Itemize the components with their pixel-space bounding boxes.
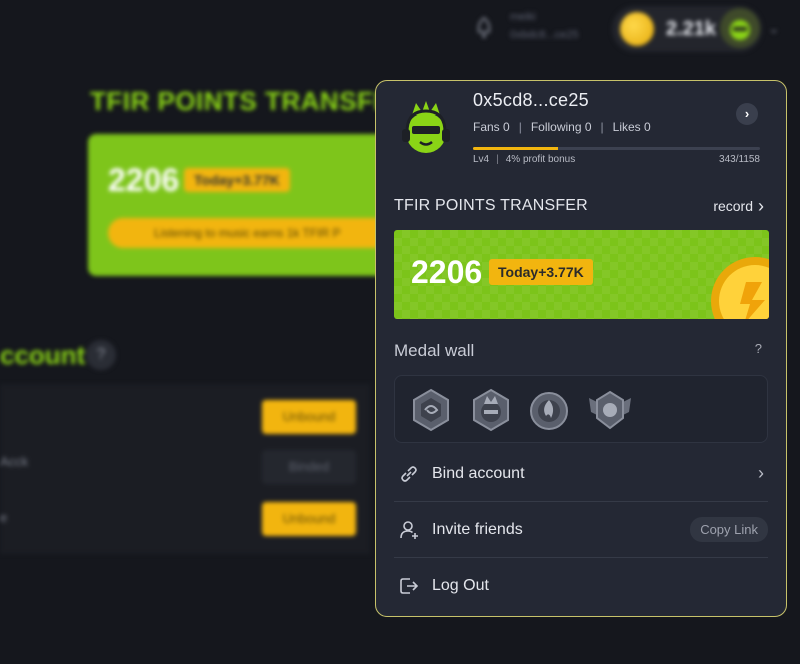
medal-flame-icon[interactable] — [529, 388, 569, 432]
account-row-label: Acck — [0, 454, 29, 469]
add-user-icon — [400, 520, 418, 539]
username: meiki — [510, 11, 536, 23]
record-link[interactable]: record › — [713, 196, 764, 216]
account-section-title: ccount — [0, 340, 86, 370]
avatar[interactable] — [720, 8, 760, 48]
earn-banner: Listening to music earns 1k TFIR P — [108, 218, 388, 248]
wallet-address: 0x5cd8...ce25 — [473, 90, 589, 110]
help-icon[interactable]: ? — [755, 341, 762, 356]
coin-amount: 2.21k — [666, 17, 717, 40]
points-card: 2206 Today+3.77K — [394, 230, 769, 319]
unbound-button[interactable]: Unbound — [262, 502, 356, 536]
record-label: record — [713, 198, 753, 214]
notification-icon[interactable] — [474, 16, 494, 40]
likes-count[interactable]: Likes 0 — [613, 120, 651, 134]
page-title: TFIR POINTS TRANSFE — [90, 86, 392, 116]
bind-account-item[interactable]: Bind account › — [394, 446, 768, 502]
account-panel: Acck e Unbound Binded Unbound — [0, 384, 370, 554]
user-info[interactable]: meiki 0xbdc8...ce25 — [510, 8, 579, 44]
fans-count[interactable]: Fans 0 — [473, 120, 510, 134]
binded-button[interactable]: Binded — [262, 450, 356, 484]
medal-wall — [394, 375, 768, 443]
medal-wall-title: Medal wall — [394, 341, 475, 360]
logout-icon — [400, 578, 419, 594]
medal-wings-icon[interactable] — [587, 388, 633, 432]
coin-icon — [620, 12, 654, 46]
level-progress-text: 343/1158 — [719, 154, 760, 165]
copy-link-button[interactable]: Copy Link — [690, 517, 768, 542]
chevron-right-icon[interactable]: › — [736, 103, 758, 125]
log-out-item[interactable]: Log Out — [394, 558, 768, 614]
coin-icon — [711, 257, 769, 319]
stat-separator: | — [600, 120, 604, 134]
level-progress-fill — [473, 147, 558, 150]
mascot-avatar-icon — [402, 101, 450, 153]
help-icon[interactable]: ? — [86, 340, 116, 370]
level-separator: | — [496, 154, 499, 165]
today-badge: Today+3.77K — [489, 259, 593, 285]
log-out-label: Log Out — [432, 577, 489, 594]
top-bar: meiki 0xbdc8...ce25 2.21k ⌄ — [0, 0, 800, 62]
medal-mascot-icon[interactable] — [471, 388, 511, 432]
social-stats: Fans 0 | Following 0 | Likes 0 — [473, 120, 651, 134]
account-row-label: e — [0, 510, 8, 525]
link-icon — [401, 465, 417, 482]
invite-friends-item[interactable]: Invite friends Copy Link — [394, 502, 768, 558]
unbound-button[interactable]: Unbound — [262, 400, 356, 434]
level-label: Lv4 — [473, 154, 490, 165]
mascot-icon — [730, 20, 750, 40]
points-value: 2206 — [108, 162, 180, 198]
user-address: 0xbdc8...ce25 — [510, 29, 579, 41]
medal-swirl-icon[interactable] — [411, 388, 451, 432]
profile-header[interactable]: 0x5cd8...ce25 › Fans 0 | Following 0 | L… — [376, 81, 786, 179]
bind-account-label: Bind account — [432, 464, 525, 482]
chevron-right-icon: › — [758, 463, 764, 483]
points-value: 2206 — [411, 254, 483, 290]
chevron-right-icon: › — [758, 196, 764, 216]
profit-bonus: 4% profit bonus — [505, 154, 576, 165]
today-badge: Today+3.77K — [184, 168, 290, 192]
level-row: Lv4 | 4% profit bonus 343/1158 — [473, 154, 760, 165]
chevron-down-icon[interactable]: ⌄ — [768, 20, 780, 37]
stat-separator: | — [518, 120, 522, 134]
points-banner: 2206 Today+3.77K Listening to music earn… — [88, 134, 388, 276]
invite-friends-label: Invite friends — [432, 520, 523, 538]
profile-popup: 0x5cd8...ce25 › Fans 0 | Following 0 | L… — [375, 80, 787, 617]
transfer-title: TFIR POINTS TRANSFER — [394, 197, 588, 214]
following-count[interactable]: Following 0 — [531, 120, 592, 134]
level-progress-bar — [473, 147, 760, 150]
